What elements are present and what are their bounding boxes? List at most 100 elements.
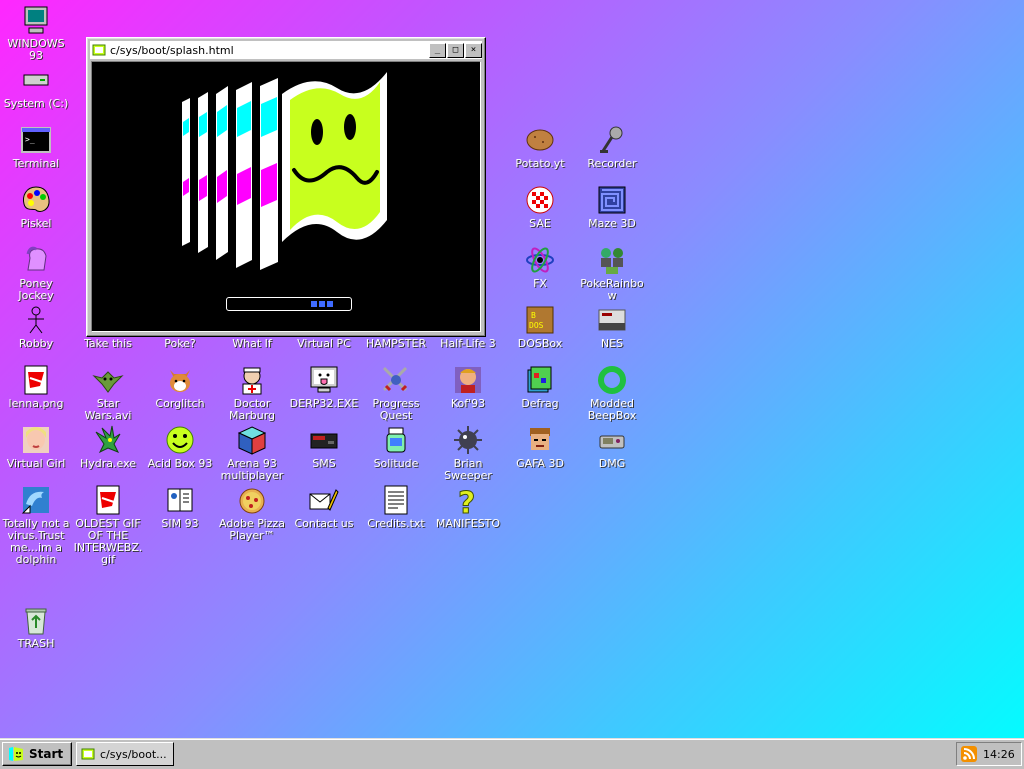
desktop-icon-label: Solitude <box>373 457 419 470</box>
desktop-icon-label: GAFA 3D <box>516 457 564 470</box>
desktop-icon-label: SMS <box>312 457 336 470</box>
desktop-icon-label: Kof'93 <box>450 397 486 410</box>
desktop-icon-lenna[interactable]: lenna.png <box>0 364 72 424</box>
desktop-icon-dmg[interactable]: DMG <box>576 424 648 484</box>
desktop-icon-hydra[interactable]: Hydra.exe <box>72 424 144 484</box>
desktop-icon-acidbox[interactable]: Acid Box 93 <box>144 424 216 484</box>
ring-icon <box>596 364 628 396</box>
yoda-icon <box>92 364 124 396</box>
desktop-icon-corglitch[interactable]: Corglitch <box>144 364 216 424</box>
rss-icon[interactable] <box>961 746 977 762</box>
desktop-icon-label: lenna.png <box>8 397 64 410</box>
desktop-icon-fx[interactable]: FX <box>504 244 576 304</box>
desktop-icon-sms[interactable]: SMS <box>288 424 360 484</box>
desktop-icon-label: Hydra.exe <box>79 457 137 470</box>
desktop-icon-sim93[interactable]: SIM 93 <box>144 484 216 544</box>
desktop-icon-maze[interactable]: Maze 3D <box>576 184 648 244</box>
desktop-icon-derp[interactable]: DERP32.EXE <box>288 364 360 424</box>
progress-block <box>319 301 325 307</box>
defrag-icon <box>524 364 556 396</box>
desktop-icon-sae[interactable]: SAE <box>504 184 576 244</box>
desktop-icon-poney[interactable]: Poney Jockey <box>0 244 72 304</box>
desktop-icon-label: Recorder <box>587 157 637 170</box>
desktop-icon-piskel[interactable]: Piskel <box>0 184 72 244</box>
atom-icon <box>524 244 556 276</box>
progress-block <box>327 301 333 307</box>
dragon-icon <box>92 424 124 456</box>
soldier-icon <box>524 424 556 456</box>
taskbar-item-splash[interactable]: c/sys/boot... <box>76 742 174 766</box>
start-button[interactable]: Start <box>2 742 72 766</box>
desktop-icon-dolphin[interactable]: Totally not a virus.Trust me...im a dolp… <box>0 484 72 566</box>
desktop-icon-recorder[interactable]: Recorder <box>576 124 648 184</box>
desktop-icon-label: Corglitch <box>155 397 205 410</box>
drive-icon <box>20 64 52 96</box>
boot-progress-bar <box>226 297 352 311</box>
desktop-icon-label: DERP32.EXE <box>289 397 359 410</box>
logo-left-eye <box>311 119 323 145</box>
desktop-icon-label: PokeRainbow <box>580 277 644 302</box>
desktop-icon-gafa[interactable]: GAFA 3D <box>504 424 576 484</box>
desktop-icon-label: OLDEST GIF OF THE INTERWEBZ.gif <box>73 517 143 566</box>
desktop-icon-label: Star Wars.avi <box>84 397 132 422</box>
desktop-icon-defrag[interactable]: Defrag <box>504 364 576 424</box>
start-icon <box>9 747 23 761</box>
pony-icon <box>20 244 52 276</box>
desktop-icon-doctor[interactable]: Doctor Marburg <box>216 364 288 424</box>
logo-right-eye <box>344 114 356 140</box>
desktop-icon-nes[interactable]: NES <box>576 304 648 364</box>
desktop-icon-terminal[interactable]: >_ Terminal <box>0 124 72 184</box>
desktop-icon-kof[interactable]: Kof'93 <box>432 364 504 424</box>
desktop-icon-label: Brian Sweeper <box>444 457 492 482</box>
desktop-icon-label: Poney Jockey <box>18 277 54 302</box>
desktop-icon-label: Poke? <box>164 337 196 350</box>
title-bar[interactable]: c/sys/boot/splash.html _ □ × <box>90 41 482 60</box>
desktop-icon-beepbox[interactable]: Modded BeepBox <box>576 364 648 424</box>
desktop-icon-label: WINDOWS 93 <box>7 37 65 62</box>
desktop-icon-solitude[interactable]: Solitude <box>360 424 432 484</box>
desktop-icon-label: What If <box>232 337 272 350</box>
desktop-icon-pizza[interactable]: Adobe Pizza Player™ <box>216 484 288 544</box>
task-app-icon <box>81 748 95 760</box>
desktop-icon-dosbox[interactable]: B DOS DOSBox <box>504 304 576 364</box>
progress-block <box>311 301 317 307</box>
desktop-icon-starwars[interactable]: Star Wars.avi <box>72 364 144 424</box>
desktop-icon-progress[interactable]: Progress Quest <box>360 364 432 424</box>
desktop-icon-arena[interactable]: Arena 93 multiplayer <box>216 424 288 484</box>
mine-icon <box>452 424 484 456</box>
desktop-icon-label: Piskel <box>20 217 52 230</box>
svg-text:?: ? <box>458 486 475 516</box>
desktop-icon-virtualgirl[interactable]: Virtual Girl <box>0 424 72 484</box>
maximize-button[interactable]: □ <box>447 42 464 58</box>
desktop-icon-contact[interactable]: Contact us <box>288 484 360 544</box>
desktop-icon-brian[interactable]: Brian Sweeper <box>432 424 504 484</box>
desktop-icon-label: MANIFESTO <box>435 517 501 530</box>
desktop-icon-label: Potato.yt <box>515 157 565 170</box>
swords-icon <box>380 364 412 396</box>
console-icon <box>308 424 340 456</box>
window-title: c/sys/boot/splash.html <box>110 43 234 57</box>
desktop-icon-oldestgif[interactable]: OLDEST GIF OF THE INTERWEBZ.gif <box>72 484 144 566</box>
desktop-icon-credits[interactable]: Credits.txt <box>360 484 432 544</box>
desktop-icon-label: Terminal <box>12 157 60 170</box>
desktop-icon-system[interactable]: System (C:) <box>0 64 72 124</box>
window-app-icon <box>92 44 106 56</box>
smiley-icon <box>164 424 196 456</box>
corgi-icon <box>164 364 196 396</box>
trainers-icon <box>596 244 628 276</box>
desktop-icon-pokerainbow[interactable]: PokeRainbow <box>576 244 648 304</box>
desktop-icon-label: FX <box>533 277 547 290</box>
recycle-bin-icon <box>20 604 52 636</box>
jar-icon <box>380 424 412 456</box>
close-button[interactable]: × <box>465 42 482 58</box>
desktop-icon-potato[interactable]: Potato.yt <box>504 124 576 184</box>
splash-window[interactable]: c/sys/boot/splash.html _ □ × <box>86 37 486 337</box>
minimize-button[interactable]: _ <box>429 42 446 58</box>
desktop-icon-robby[interactable]: Robby <box>0 304 72 364</box>
pizza-icon <box>236 484 268 516</box>
gameboy-icon <box>596 424 628 456</box>
desktop-icon-manifesto[interactable]: ? MANIFESTO <box>432 484 504 544</box>
desktop-icon-trash[interactable]: TRASH <box>0 604 72 664</box>
desktop-icon-windows93[interactable]: WINDOWS 93 <box>0 4 72 64</box>
svg-text:DOS: DOS <box>529 321 544 330</box>
